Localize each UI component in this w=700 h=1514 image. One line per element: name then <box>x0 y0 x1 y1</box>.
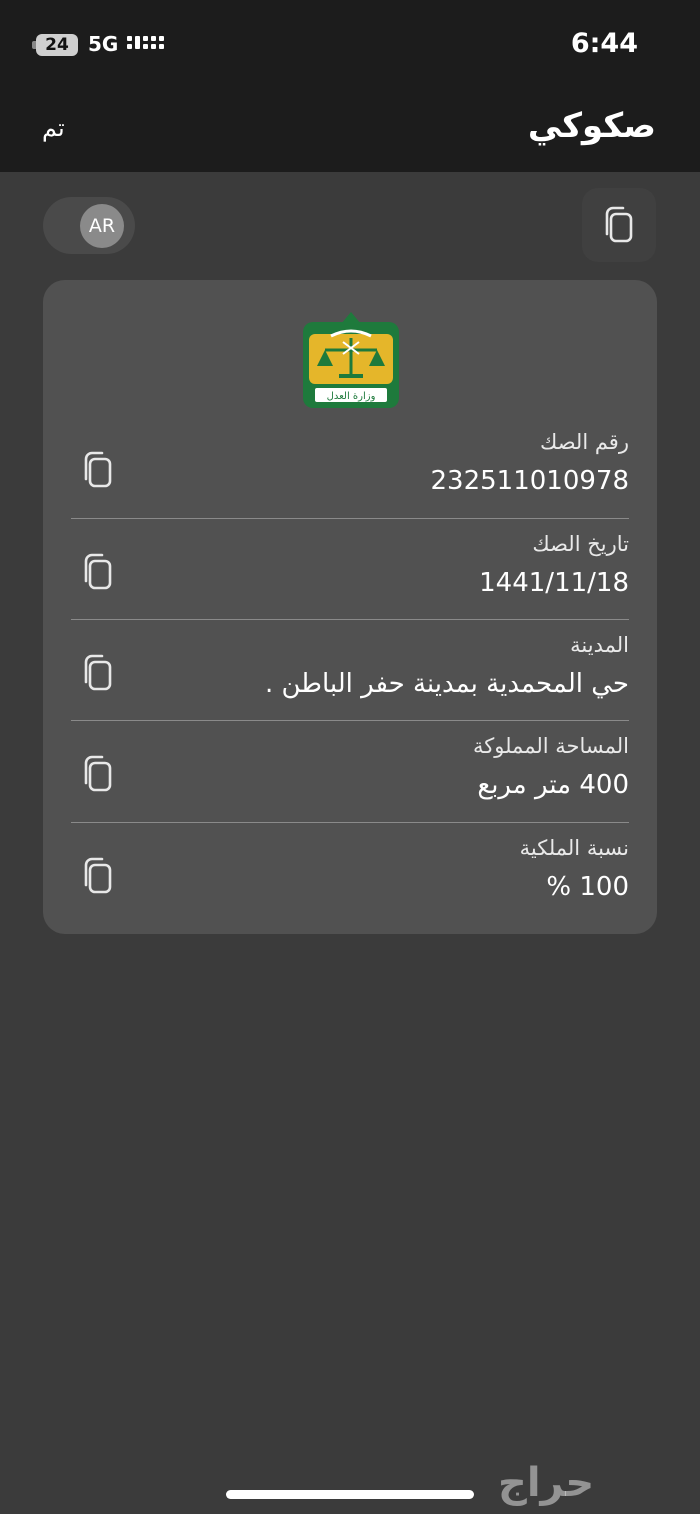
watermark-logo: حراج <box>498 1460 595 1506</box>
copy-icon[interactable] <box>81 754 115 794</box>
done-button[interactable]: تم <box>42 114 65 142</box>
copy-icon[interactable] <box>81 653 115 693</box>
field-deed-date: تاريخ الصك 1441/11/18 <box>71 532 629 632</box>
copy-icon <box>605 206 633 243</box>
status-time: 6:44 <box>570 28 638 59</box>
field-value: 1441/11/18 <box>479 568 629 598</box>
signal-icon <box>127 36 164 49</box>
ministry-of-justice-logo: وزارة العدل <box>303 312 399 408</box>
language-toggle[interactable]: AR <box>43 197 135 254</box>
field-value: 100 % <box>546 872 629 902</box>
field-value: حي المحمدية بمدينة حفر الباطن . <box>264 669 629 699</box>
field-label: رقم الصك <box>540 430 629 454</box>
copy-icon[interactable] <box>81 856 115 896</box>
divider <box>71 619 629 620</box>
field-label: تاريخ الصك <box>532 532 629 556</box>
field-value: 400 متر مربع <box>477 770 629 800</box>
copy-icon[interactable] <box>81 450 115 490</box>
divider <box>71 720 629 721</box>
battery-indicator: 24 <box>32 33 78 57</box>
field-city: المدينة حي المحمدية بمدينة حفر الباطن . <box>71 633 629 733</box>
language-toggle-knob: AR <box>80 204 124 248</box>
field-deed-number: رقم الصك 232511010978 <box>71 430 629 530</box>
field-ownership-ratio: نسبة الملكية 100 % <box>71 836 629 936</box>
battery-level: 24 <box>36 34 78 56</box>
status-bar: 24 5G 6:44 <box>0 0 700 90</box>
page-title: صكوكي <box>527 106 656 146</box>
copy-all-button[interactable] <box>582 188 656 262</box>
field-label: نسبة الملكية <box>519 836 629 860</box>
copy-icon[interactable] <box>81 552 115 592</box>
divider <box>71 518 629 519</box>
divider <box>71 822 629 823</box>
home-indicator[interactable] <box>226 1490 474 1499</box>
network-type: 5G <box>88 32 119 56</box>
svg-text:وزارة العدل: وزارة العدل <box>327 391 376 402</box>
nav-bar: تم صكوكي <box>0 90 700 172</box>
deed-card: وزارة العدل رقم الصك 232511010978 تاريخ … <box>43 280 657 934</box>
field-value: 232511010978 <box>430 466 629 496</box>
field-label: المساحة المملوكة <box>473 734 629 758</box>
field-label: المدينة <box>570 633 629 657</box>
field-owned-area: المساحة المملوكة 400 متر مربع <box>71 734 629 834</box>
